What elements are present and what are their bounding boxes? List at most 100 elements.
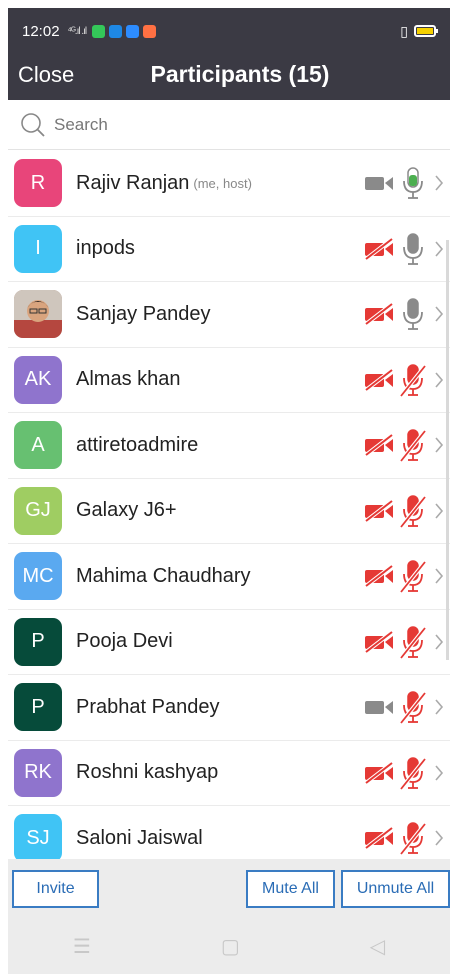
notification-app-icon bbox=[143, 24, 157, 38]
mic-icon bbox=[400, 297, 426, 331]
participant-name: Prabhat Pandey bbox=[76, 695, 220, 718]
mic-muted-icon bbox=[400, 559, 426, 594]
mute-all-button[interactable]: Mute All bbox=[246, 870, 335, 908]
participant-name: Rajiv Ranjan bbox=[76, 171, 190, 194]
avatar: I bbox=[14, 224, 62, 273]
mic-muted-icon bbox=[400, 756, 426, 790]
chevron-right-icon bbox=[434, 764, 444, 782]
status-bar: 12:02 ⁴ᴳ.ıl .ıl ▯ bbox=[8, 8, 450, 54]
signal-icon: ⁴ᴳ.ıl .ıl bbox=[67, 25, 88, 37]
home-nav-icon[interactable]: ▢ bbox=[221, 934, 240, 959]
avatar: A bbox=[14, 421, 62, 470]
chevron-right-icon bbox=[434, 371, 444, 389]
video-icon bbox=[364, 696, 394, 718]
video-off-icon bbox=[364, 630, 394, 653]
avatar: P bbox=[14, 683, 62, 732]
video-off-icon bbox=[364, 368, 394, 391]
search-icon bbox=[21, 112, 45, 137]
participant-name: inpods bbox=[76, 237, 135, 260]
video-off-icon bbox=[364, 499, 394, 522]
avatar bbox=[14, 290, 62, 339]
invite-button[interactable]: Invite bbox=[12, 870, 99, 908]
participant-controls bbox=[364, 610, 444, 675]
chat-app-icon bbox=[92, 24, 106, 38]
avatar: R bbox=[14, 159, 62, 208]
avatar: GJ bbox=[14, 486, 62, 535]
mic-muted-icon bbox=[400, 428, 426, 463]
participant-name: Saloni Jaiswal bbox=[76, 826, 203, 849]
participant-name: Almas khan bbox=[76, 368, 181, 391]
participant-controls bbox=[364, 282, 444, 347]
video-off-icon bbox=[364, 827, 394, 850]
video-off-icon bbox=[364, 434, 394, 457]
mic-muted-icon bbox=[400, 494, 426, 528]
participant-row[interactable]: R Rajiv Ranjan (me, host) bbox=[8, 151, 450, 217]
status-time: 12:02 bbox=[22, 22, 60, 40]
participant-row[interactable]: MC Mahima Chaudhary bbox=[8, 544, 450, 610]
search-bar[interactable] bbox=[8, 100, 450, 150]
participant-name: attiretoadmire bbox=[76, 433, 199, 456]
participant-controls bbox=[364, 151, 444, 216]
participant-name: Galaxy J6+ bbox=[76, 499, 177, 522]
avatar: RK bbox=[14, 748, 62, 797]
participant-name: Mahima Chaudhary bbox=[76, 564, 251, 587]
participant-row[interactable]: P Prabhat Pandey bbox=[8, 675, 450, 741]
chevron-right-icon bbox=[434, 174, 444, 192]
participant-controls bbox=[364, 479, 444, 544]
avatar: AK bbox=[14, 355, 62, 404]
back-nav-icon[interactable]: ◁ bbox=[370, 934, 385, 959]
avatar: P bbox=[14, 617, 62, 666]
participant-list: R Rajiv Ranjan (me, host) Iinpods Sanjay Pan… bbox=[8, 151, 450, 872]
status-right: ▯ bbox=[400, 22, 438, 40]
video-icon bbox=[364, 172, 394, 194]
mic-muted-icon bbox=[400, 363, 426, 397]
participant-row[interactable]: AK Almas khan bbox=[8, 348, 450, 413]
chevron-right-icon bbox=[434, 633, 444, 651]
participant-controls bbox=[364, 675, 444, 740]
participant-controls bbox=[364, 217, 444, 282]
zoom-app-icon bbox=[126, 24, 140, 38]
video-off-icon bbox=[364, 565, 394, 588]
participant-row[interactable]: Iinpods bbox=[8, 217, 450, 282]
chevron-right-icon bbox=[434, 240, 444, 258]
video-off-icon bbox=[364, 303, 394, 326]
mic-muted-icon bbox=[400, 690, 426, 725]
host-tag: (me, host) bbox=[193, 175, 252, 191]
action-bar: Invite Mute All Unmute All bbox=[8, 859, 450, 919]
page-title: Participants (15) bbox=[150, 61, 330, 87]
participant-controls bbox=[364, 348, 444, 413]
participant-controls bbox=[364, 413, 444, 478]
unmute-all-button[interactable]: Unmute All bbox=[341, 870, 450, 908]
title-bar: Close Participants (15) bbox=[8, 54, 450, 100]
scrollbar[interactable] bbox=[446, 240, 449, 660]
avatar: SJ bbox=[14, 814, 62, 863]
system-nav-bar: ☰ ▢ ◁ bbox=[8, 919, 450, 974]
video-off-icon bbox=[364, 237, 394, 260]
participant-row[interactable]: GJ Galaxy J6+ bbox=[8, 479, 450, 544]
chevron-right-icon bbox=[434, 829, 444, 847]
menu-nav-icon[interactable]: ☰ bbox=[73, 934, 91, 959]
chevron-right-icon bbox=[434, 567, 444, 585]
chevron-right-icon bbox=[434, 698, 444, 716]
participant-name: Pooja Devi bbox=[76, 630, 173, 653]
mic-muted-icon bbox=[400, 625, 426, 659]
participant-row[interactable]: P Pooja Devi bbox=[8, 610, 450, 675]
participant-controls bbox=[364, 544, 444, 609]
participant-controls bbox=[364, 741, 444, 806]
participant-name: Roshni kashyap bbox=[76, 761, 219, 784]
phone-app-icon bbox=[109, 24, 123, 38]
chevron-right-icon bbox=[434, 305, 444, 323]
participant-row[interactable]: Aattiretoadmire bbox=[8, 413, 450, 479]
vibrate-icon: ▯ bbox=[400, 22, 408, 39]
participant-row[interactable]: Sanjay Pandey bbox=[8, 282, 450, 348]
participant-row[interactable]: RK Roshni kashyap bbox=[8, 741, 450, 806]
search-input[interactable] bbox=[54, 114, 414, 135]
mic-muted-icon bbox=[400, 821, 426, 856]
chevron-right-icon bbox=[434, 436, 444, 454]
chevron-right-icon bbox=[434, 502, 444, 520]
participant-name: Sanjay Pandey bbox=[76, 302, 211, 325]
video-off-icon bbox=[364, 761, 394, 784]
mic-icon bbox=[400, 166, 426, 200]
battery-icon bbox=[414, 25, 438, 37]
mic-icon bbox=[400, 232, 426, 266]
